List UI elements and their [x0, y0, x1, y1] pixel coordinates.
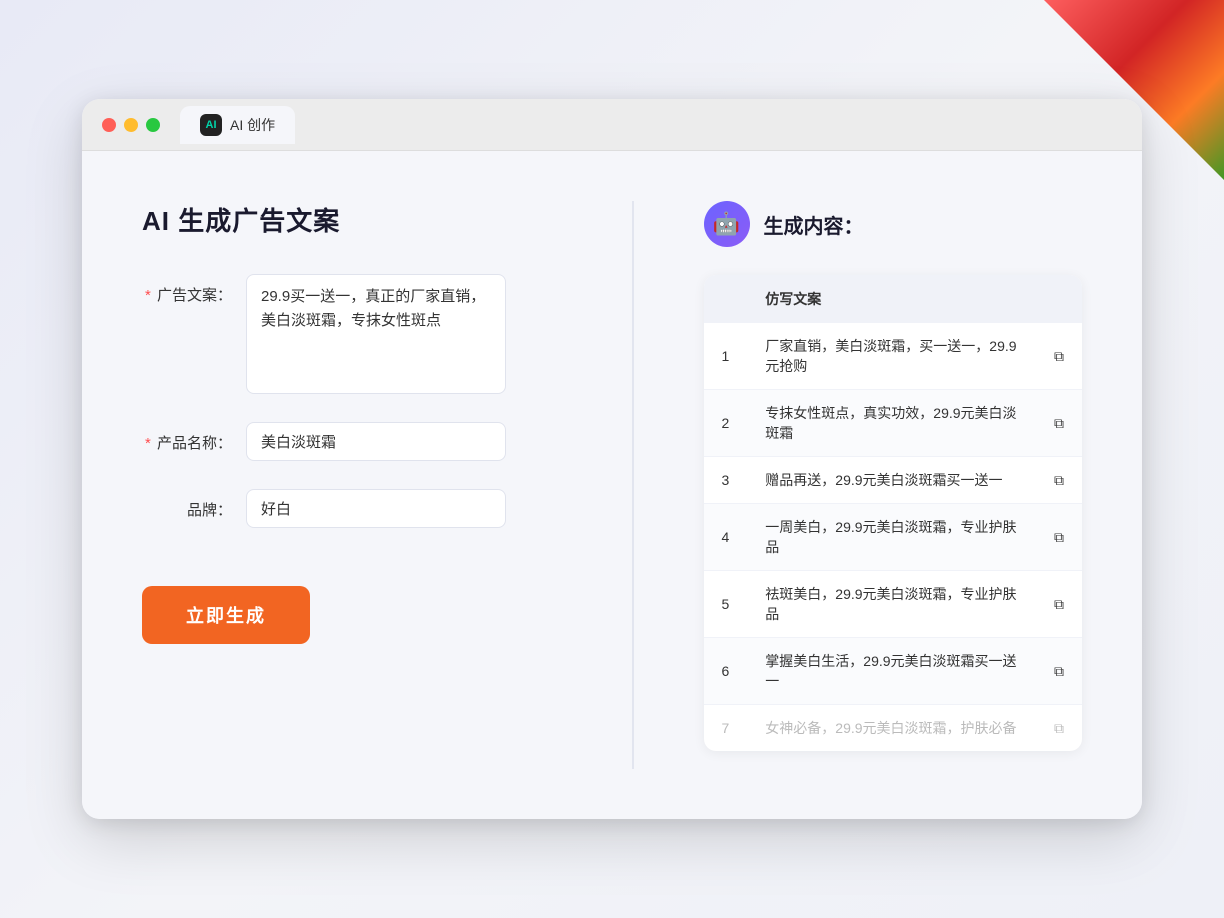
main-content: AI 生成广告文案 * 广告文案： 29.9买一送一，真正的厂家直销，美白淡斑霜… — [82, 151, 1142, 819]
ai-tab-icon: AI — [200, 114, 222, 136]
page-title: AI 生成广告文案 — [142, 201, 562, 238]
col-action-header — [1036, 275, 1082, 323]
close-button[interactable] — [102, 118, 116, 132]
robot-icon — [704, 201, 750, 247]
brand-label: 品牌： — [142, 489, 232, 520]
panel-divider — [632, 201, 634, 769]
table-header-row: 仿写文案 — [704, 275, 1083, 323]
col-text-header: 仿写文案 — [747, 275, 1036, 323]
browser-window: AI AI 创作 AI 生成广告文案 * 广告文案： 29.9买一送一，真正的厂… — [82, 99, 1142, 819]
tab-label: AI 创作 — [230, 115, 275, 135]
maximize-button[interactable] — [146, 118, 160, 132]
row-text: 祛斑美白，29.9元美白淡斑霜，专业护肤品 — [747, 571, 1036, 638]
left-panel: AI 生成广告文案 * 广告文案： 29.9买一送一，真正的厂家直销，美白淡斑霜… — [142, 201, 562, 769]
right-panel: 生成内容： 仿写文案 1厂家直销，美白淡斑霜，买一送一，29.9元抢购⧉2专抹女… — [704, 201, 1083, 769]
product-name-input[interactable] — [246, 422, 506, 461]
table-row: 7女神必备，29.9元美白淡斑霜，护肤必备⧉ — [704, 705, 1083, 752]
row-text: 厂家直销，美白淡斑霜，买一送一，29.9元抢购 — [747, 323, 1036, 390]
row-text: 掌握美白生活，29.9元美白淡斑霜买一送一 — [747, 638, 1036, 705]
row-number: 2 — [704, 390, 748, 457]
adcopy-group: * 广告文案： 29.9买一送一，真正的厂家直销，美白淡斑霜，专抹女性斑点 — [142, 274, 562, 394]
generate-button[interactable]: 立即生成 — [142, 586, 310, 644]
right-header: 生成内容： — [704, 201, 1083, 247]
row-number: 3 — [704, 457, 748, 504]
row-text: 女神必备，29.9元美白淡斑霜，护肤必备 — [747, 705, 1036, 752]
row-text: 专抹女性斑点，真实功效，29.9元美白淡斑霜 — [747, 390, 1036, 457]
brand-input[interactable] — [246, 489, 506, 528]
copy-icon[interactable]: ⧉ — [1036, 705, 1082, 752]
required-star-1: * — [145, 287, 151, 304]
table-row: 6掌握美白生活，29.9元美白淡斑霜买一送一⧉ — [704, 638, 1083, 705]
copy-icon[interactable]: ⧉ — [1036, 323, 1082, 390]
col-num-header — [704, 275, 748, 323]
minimize-button[interactable] — [124, 118, 138, 132]
browser-titlebar: AI AI 创作 — [82, 99, 1142, 151]
product-name-group: * 产品名称： — [142, 422, 562, 461]
table-row: 4一周美白，29.9元美白淡斑霜，专业护肤品⧉ — [704, 504, 1083, 571]
copy-icon[interactable]: ⧉ — [1036, 571, 1082, 638]
row-number: 5 — [704, 571, 748, 638]
browser-tab[interactable]: AI AI 创作 — [180, 106, 295, 144]
right-title: 生成内容： — [764, 210, 864, 239]
required-star-2: * — [145, 435, 151, 452]
row-number: 4 — [704, 504, 748, 571]
adcopy-textarea[interactable]: 29.9买一送一，真正的厂家直销，美白淡斑霜，专抹女性斑点 — [246, 274, 506, 394]
copy-icon[interactable]: ⧉ — [1036, 504, 1082, 571]
row-number: 1 — [704, 323, 748, 390]
results-table: 仿写文案 1厂家直销，美白淡斑霜，买一送一，29.9元抢购⧉2专抹女性斑点，真实… — [704, 275, 1083, 751]
row-text: 一周美白，29.9元美白淡斑霜，专业护肤品 — [747, 504, 1036, 571]
window-controls — [102, 118, 160, 132]
copy-icon[interactable]: ⧉ — [1036, 390, 1082, 457]
copy-icon[interactable]: ⧉ — [1036, 457, 1082, 504]
brand-group: 品牌： — [142, 489, 562, 528]
table-row: 2专抹女性斑点，真实功效，29.9元美白淡斑霜⧉ — [704, 390, 1083, 457]
table-row: 3赠品再送，29.9元美白淡斑霜买一送一⧉ — [704, 457, 1083, 504]
row-number: 6 — [704, 638, 748, 705]
adcopy-label: * 广告文案： — [142, 274, 232, 305]
row-text: 赠品再送，29.9元美白淡斑霜买一送一 — [747, 457, 1036, 504]
product-name-label: * 产品名称： — [142, 422, 232, 453]
table-row: 5祛斑美白，29.9元美白淡斑霜，专业护肤品⧉ — [704, 571, 1083, 638]
copy-icon[interactable]: ⧉ — [1036, 638, 1082, 705]
row-number: 7 — [704, 705, 748, 752]
table-row: 1厂家直销，美白淡斑霜，买一送一，29.9元抢购⧉ — [704, 323, 1083, 390]
